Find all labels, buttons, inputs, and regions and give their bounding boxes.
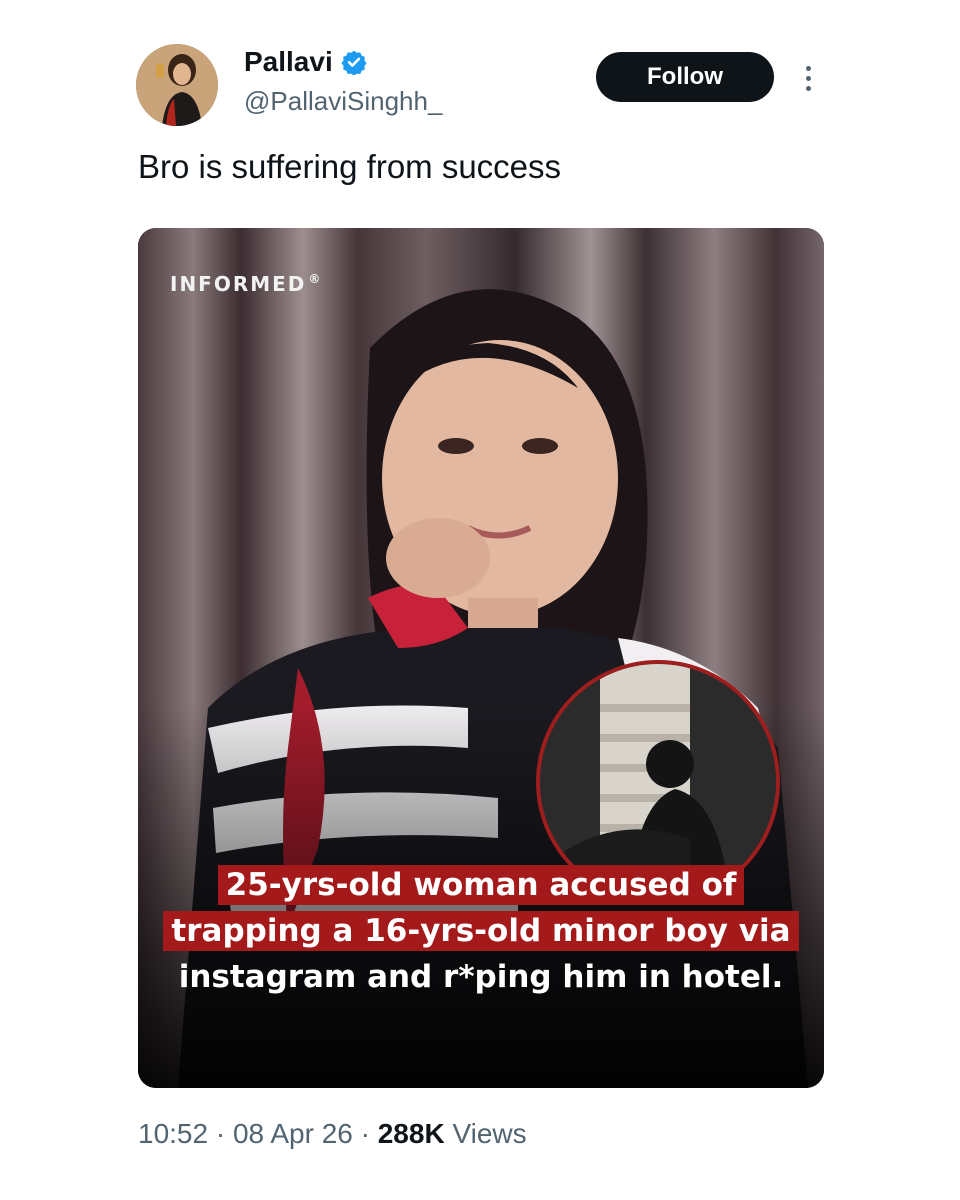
informed-logo: INFORMED ®	[170, 272, 320, 296]
tweet-text: Bro is suffering from success	[138, 148, 562, 185]
tweet-meta: 10:52 · 08 Apr 26 · 288K Views	[138, 1118, 527, 1150]
author-name[interactable]: Pallavi	[244, 46, 333, 78]
caption-line-1: 25-yrs-old woman accused of	[217, 865, 745, 905]
verified-badge-icon	[341, 50, 367, 75]
meta-separator: ·	[208, 1118, 233, 1149]
logo-registered-mark: ®	[308, 272, 321, 287]
author-name-row: Pallavi	[244, 46, 367, 78]
avatar[interactable]	[136, 44, 218, 126]
media-caption: 25-yrs-old woman accused of trapping a 1…	[138, 862, 824, 1000]
views-label: Views	[444, 1118, 527, 1149]
logo-text: INFORMED	[170, 272, 307, 296]
views-count[interactable]: 288K	[378, 1118, 445, 1149]
more-options-icon[interactable]	[798, 62, 818, 94]
follow-button[interactable]: Follow	[596, 52, 774, 102]
caption-line-2: trapping a 16-yrs-old minor boy via	[163, 911, 799, 951]
meta-separator: ·	[352, 1118, 378, 1149]
tweet-media[interactable]: INFORMED ® 25-yrs-old woman accused of tr…	[138, 228, 824, 1088]
tweet-time[interactable]: 10:52	[138, 1118, 208, 1149]
caption-line-3: instagram and r*ping him in hotel.	[178, 959, 784, 995]
tweet-date[interactable]: 08 Apr 26	[233, 1118, 353, 1149]
author-handle[interactable]: @PallaviSinghh_	[244, 86, 442, 117]
